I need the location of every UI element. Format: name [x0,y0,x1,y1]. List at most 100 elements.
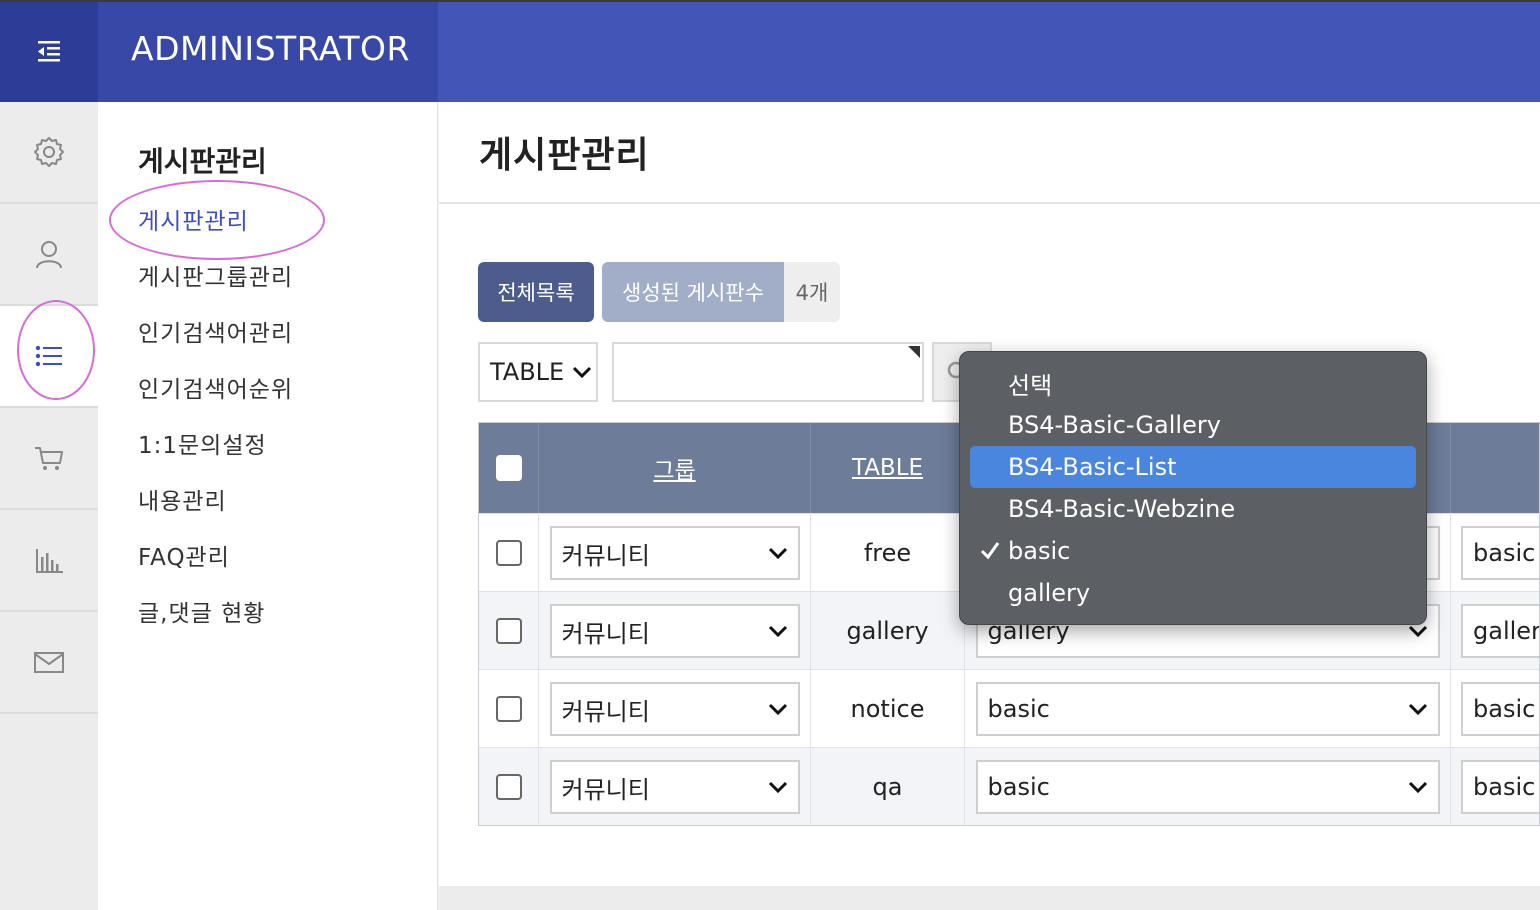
group-select[interactable]: 커뮤니티 [549,604,800,658]
submenu-panel: 게시판관리 게시판관리 게시판그룹관리 인기검색어관리 인기검색어순위 1:1문… [98,102,438,910]
table-row: 커뮤니티 qa basic basic [479,747,1539,825]
search-field-select[interactable]: TABLE [478,342,598,402]
chart-icon [36,549,63,573]
group-cell: 커뮤니티 [539,670,811,748]
row-checkbox[interactable] [495,618,522,644]
group-select[interactable]: 커뮤니티 [549,760,800,814]
all-list-button[interactable]: 전체목록 [478,262,594,322]
annotation-circle [109,180,325,260]
group-select-value: 커뮤니티 [561,541,650,570]
dropdown-option-bs4-gallery[interactable]: BS4-Basic-Gallery [970,404,1416,446]
dropdown-option-basic-label: basic [1008,537,1071,565]
dropdown-option-placeholder[interactable]: 선택 [970,362,1416,404]
board-count-badge: 생성된 게시판수 4개 [602,262,840,322]
group-cell: 커뮤니티 [539,592,811,670]
header-check-cell [479,423,539,513]
chevron-down-icon [768,625,787,638]
submenu-title: 게시판관리 [138,145,267,178]
cart-icon [35,447,63,470]
table-id-cell: gallery [811,592,965,670]
brand-title[interactable]: ADMINISTRATOR [98,2,438,102]
select-all-checkbox[interactable] [495,455,522,481]
divider [439,202,1540,204]
skin-select-value: basic [987,695,1050,723]
submenu-item-post-status[interactable]: 글,댓글 현황 [138,594,293,650]
top-bar: ADMINISTRATOR [0,0,1540,102]
mobile-skin-cell: basic [1451,670,1539,748]
submenu-item-keyword-rank[interactable]: 인기검색어순위 [138,370,293,426]
submenu-item-qa-settings[interactable]: 1:1문의설정 [138,426,293,482]
submenu-item-content[interactable]: 내용관리 [138,482,293,538]
dropdown-option-basic[interactable]: basic [970,530,1416,572]
header-group[interactable]: 그룹 [539,423,811,513]
mobile-skin-select[interactable]: basic [1461,682,1539,736]
table-id-cell: qa [811,748,965,825]
rail-mail[interactable] [0,612,98,714]
rail-board[interactable] [0,300,98,408]
group-select-value: 커뮤니티 [561,619,650,648]
chevron-down-icon [573,366,592,379]
header-mobile-skin[interactable] [1451,423,1539,513]
row-checkbox[interactable] [495,774,522,800]
search-field-value: TABLE [490,358,565,386]
mobile-skin-select[interactable]: basic [1461,760,1539,814]
indent-menu-icon [38,41,60,62]
group-select-value: 커뮤니티 [561,697,650,726]
group-select[interactable]: 커뮤니티 [549,682,800,736]
mobile-skin-cell: gallery [1451,592,1540,670]
submenu-list: 게시판관리 게시판그룹관리 인기검색어관리 인기검색어순위 1:1문의설정 내용… [138,202,293,650]
group-cell: 커뮤니티 [539,514,811,592]
menu-toggle-button[interactable] [0,2,98,102]
row-checkbox[interactable] [495,696,522,722]
submenu-item-board-group[interactable]: 게시판그룹관리 [138,258,293,314]
skin-cell: basic [965,748,1451,825]
dropdown-option-gallery[interactable]: gallery [970,572,1416,614]
submenu-item-popular-keywords[interactable]: 인기검색어관리 [138,314,293,370]
board-count-value: 4개 [795,281,829,305]
skin-select[interactable]: basic [975,760,1440,814]
rail-shop[interactable] [0,408,98,510]
resize-corner-icon [908,346,920,358]
skin-select[interactable]: basic [975,682,1440,736]
mobile-skin-cell: basic [1451,514,1539,592]
gear-icon [34,137,64,167]
icon-rail [0,102,98,910]
rail-settings[interactable] [0,102,98,204]
mobile-skin-select[interactable]: basic [1461,526,1539,580]
group-cell: 커뮤니티 [539,748,811,825]
dropdown-option-bs4-list[interactable]: BS4-Basic-List [970,446,1416,488]
header-table[interactable]: TABLE [811,423,965,513]
chevron-down-icon [1408,703,1427,716]
chevron-down-icon [768,703,787,716]
row-check-cell [479,670,539,748]
board-count-label: 생성된 게시판수 [602,262,784,322]
row-check-cell [479,514,539,592]
mobile-skin-select-value: basic [1473,695,1536,723]
chevron-down-icon [768,547,787,560]
table-id-cell: free [811,514,965,592]
mobile-skin-select-value: basic [1473,773,1536,801]
mobile-skin-cell: basic [1451,748,1539,825]
footer-strip [439,886,1540,910]
row-check-cell [479,748,539,825]
skin-select-value: basic [987,773,1050,801]
submenu-item-faq[interactable]: FAQ관리 [138,538,293,594]
group-select[interactable]: 커뮤니티 [549,526,800,580]
annotation-circle [17,300,95,400]
skin-dropdown-menu: 선택 BS4-Basic-Gallery BS4-Basic-List BS4-… [959,351,1427,625]
skin-cell: basic [965,670,1451,748]
rail-members[interactable] [0,204,98,306]
dropdown-option-bs4-webzine[interactable]: BS4-Basic-Webzine [970,488,1416,530]
table-id-cell: notice [811,670,965,748]
search-input[interactable] [612,342,924,402]
chevron-down-icon [1408,625,1427,638]
row-checkbox[interactable] [495,540,522,566]
user-icon [36,241,62,269]
checkmark-icon [980,542,1000,560]
mobile-skin-select-value: gallery [1473,617,1540,645]
row-check-cell [479,592,539,670]
chevron-down-icon [768,781,787,794]
mobile-skin-select[interactable]: gallery [1461,604,1540,658]
mobile-skin-select-value: basic [1473,539,1536,567]
rail-stats[interactable] [0,510,98,612]
